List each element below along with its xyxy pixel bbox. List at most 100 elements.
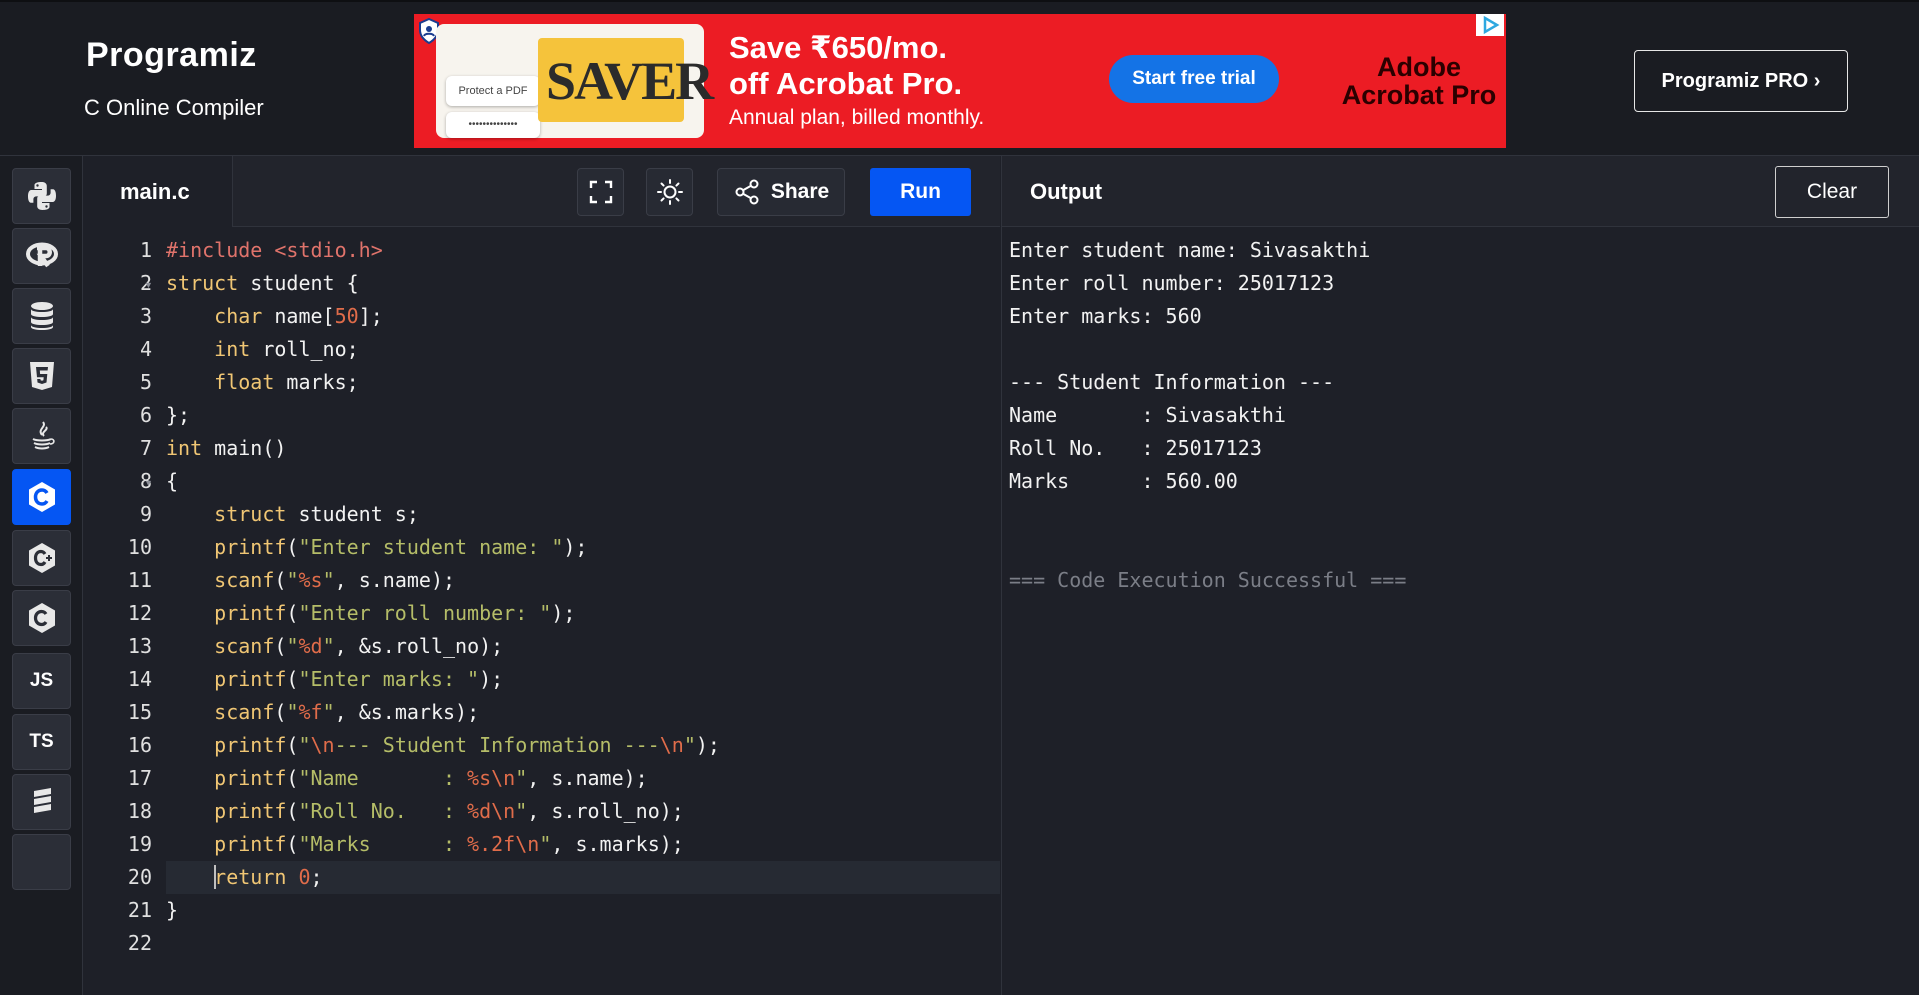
code-line[interactable] xyxy=(166,927,1000,960)
editor-toolbar: main.c Share Run xyxy=(84,156,1000,227)
java-icon xyxy=(32,421,55,450)
output-title: Output xyxy=(1030,179,1103,204)
code-line[interactable]: #include <stdio.h> xyxy=(166,234,1000,267)
code-line[interactable]: } xyxy=(166,894,1000,927)
sidebar-item-swift[interactable] xyxy=(12,774,71,830)
line-number: 9 xyxy=(139,502,152,526)
line-number-gutter: 1 2 3 4 5 6 7 8 9 10 11 12 13 14 15 16 1… xyxy=(84,227,156,995)
share-button-label: Share xyxy=(770,180,830,203)
share-icon xyxy=(735,179,759,205)
fold-arrow-icon[interactable]: ▼ xyxy=(144,280,153,290)
output-line: Marks : 560.00 xyxy=(1009,469,1238,493)
line-number: 4 xyxy=(139,337,152,361)
fullscreen-icon xyxy=(589,180,612,204)
js-icon: JS xyxy=(29,670,54,691)
code-lines[interactable]: #include <stdio.h> struct student { char… xyxy=(166,227,1000,995)
sidebar-item-typescript[interactable]: TS xyxy=(12,714,71,770)
sidebar-item-java[interactable] xyxy=(12,408,71,464)
sidebar-item-sql[interactable] xyxy=(12,288,71,344)
code-line[interactable]: scanf("%d", &s.roll_no); xyxy=(166,630,1000,663)
code-line[interactable]: scanf("%f", &s.marks); xyxy=(166,696,1000,729)
line-number: 19 xyxy=(127,832,152,856)
ad-card-title: SAVER xyxy=(546,51,714,111)
line-number: 17 xyxy=(127,766,152,790)
line-number: 5 xyxy=(139,370,152,394)
code-line[interactable]: printf("Roll No. : %d\n", s.roll_no); xyxy=(166,795,1000,828)
line-number: 10 xyxy=(127,535,152,559)
code-line[interactable]: printf("Marks : %.2f\n", s.marks); xyxy=(166,828,1000,861)
line-number: 16 xyxy=(127,733,152,757)
ad-brand-line-2: Acrobat Pro xyxy=(1341,80,1497,110)
output-line: Enter roll number: 25017123 xyxy=(1009,271,1335,295)
fold-arrow-icon[interactable]: ▼ xyxy=(144,478,153,488)
top-header: Programiz C Online Compiler Protect a PD… xyxy=(0,0,1919,156)
code-line-active[interactable]: return 0; xyxy=(166,861,1000,894)
ad-subline: Annual plan, billed monthly. xyxy=(729,106,985,129)
code-line[interactable]: int main() xyxy=(166,432,1000,465)
line-number: 11 xyxy=(127,568,152,592)
ad-start-trial-button[interactable]: Start free trial xyxy=(1109,55,1279,103)
code-line[interactable]: printf("\n--- Student Information ---\n"… xyxy=(166,729,1000,762)
html5-icon xyxy=(29,362,54,390)
code-line[interactable]: float marks; xyxy=(166,366,1000,399)
output-console[interactable]: Enter student name: Sivasakthi Enter rol… xyxy=(1001,227,1919,995)
code-line[interactable]: struct student { xyxy=(166,267,1000,300)
line-number: 14 xyxy=(127,667,152,691)
fullscreen-button[interactable] xyxy=(577,168,624,216)
line-number: 18 xyxy=(127,799,152,823)
language-sidebar: JS TS xyxy=(0,156,83,995)
line-number: 15 xyxy=(127,700,152,724)
line-number: 6 xyxy=(139,403,152,427)
code-line[interactable]: printf("Enter student name: "); xyxy=(166,531,1000,564)
code-line[interactable]: struct student s; xyxy=(166,498,1000,531)
line-number: 12 xyxy=(127,601,152,625)
execution-status-line: === Code Execution Successful === xyxy=(1009,568,1407,592)
database-icon xyxy=(30,302,53,330)
ad-product-card: Protect a PDF •••••••••••••• SAVER xyxy=(436,24,714,138)
ad-headline-2: off Acrobat Pro. xyxy=(729,66,963,101)
sidebar-item-javascript[interactable]: JS xyxy=(12,653,71,709)
file-tab-main-c[interactable]: main.c xyxy=(84,156,233,227)
sidebar-item-r[interactable] xyxy=(12,228,71,284)
line-number: 21 xyxy=(127,898,152,922)
python-icon xyxy=(27,182,56,210)
line-number: 3 xyxy=(139,304,152,328)
programiz-pro-button[interactable]: Programiz PRO › xyxy=(1634,50,1848,112)
output-line: Name : Sivasakthi xyxy=(1009,403,1286,427)
page-subtitle: C Online Compiler xyxy=(84,95,264,120)
line-number: 22 xyxy=(127,931,152,955)
programiz-logo[interactable]: Programiz xyxy=(86,36,257,75)
output-header: Output Clear xyxy=(1001,156,1919,227)
theme-toggle-button[interactable] xyxy=(646,168,693,216)
code-line[interactable]: char name[50]; xyxy=(166,300,1000,333)
ad-card-pill: Protect a PDF xyxy=(446,76,540,106)
share-button[interactable]: Share xyxy=(717,168,845,216)
sidebar-item-c[interactable] xyxy=(12,469,71,525)
advertisement-banner[interactable]: Protect a PDF •••••••••••••• SAVER Save … xyxy=(414,14,1506,148)
ad-card-password-pill: •••••••••••••• xyxy=(446,112,540,138)
ad-headline-1: Save ₹650/mo. xyxy=(729,30,948,65)
ts-icon: TS xyxy=(29,731,54,752)
line-number: 20 xyxy=(127,865,152,889)
ad-brand-line-1: Adobe xyxy=(1377,52,1461,82)
code-line[interactable]: scanf("%s", s.name); xyxy=(166,564,1000,597)
sidebar-item-html[interactable] xyxy=(12,348,71,404)
code-line[interactable]: printf("Enter marks: "); xyxy=(166,663,1000,696)
line-number: 7 xyxy=(139,436,152,460)
clear-button[interactable]: Clear xyxy=(1775,166,1889,218)
line-number: 1 xyxy=(139,238,152,262)
code-line[interactable]: printf("Enter roll number: "); xyxy=(166,597,1000,630)
sun-icon xyxy=(656,179,683,205)
code-line[interactable]: { xyxy=(166,465,1000,498)
code-line[interactable]: int roll_no; xyxy=(166,333,1000,366)
adchoices-icon[interactable] xyxy=(1476,14,1504,36)
sidebar-item-python[interactable] xyxy=(12,168,71,224)
sidebar-item-csharp[interactable] xyxy=(12,590,71,646)
sidebar-item-more[interactable] xyxy=(12,834,71,890)
code-line[interactable]: }; xyxy=(166,399,1000,432)
code-line[interactable]: printf("Name : %s\n", s.name); xyxy=(166,762,1000,795)
sidebar-item-cpp[interactable] xyxy=(12,530,71,586)
output-line: Enter student name: Sivasakthi xyxy=(1009,238,1371,262)
code-editor[interactable]: 1 2 3 4 5 6 7 8 9 10 11 12 13 14 15 16 1… xyxy=(84,227,1000,995)
run-button[interactable]: Run xyxy=(870,168,971,216)
